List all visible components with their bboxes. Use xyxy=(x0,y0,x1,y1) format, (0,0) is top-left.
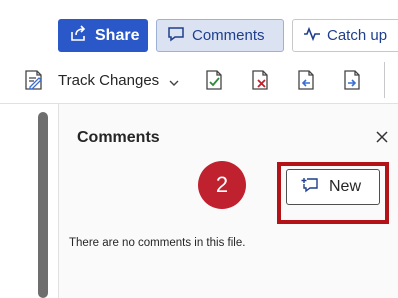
share-button[interactable]: Share xyxy=(58,19,148,52)
comments-button[interactable]: Comments xyxy=(156,19,284,52)
new-comment-icon xyxy=(301,177,319,198)
accept-change-icon[interactable] xyxy=(202,68,226,92)
chevron-down-icon[interactable] xyxy=(168,75,180,86)
previous-change-icon[interactable] xyxy=(294,68,318,92)
document-area xyxy=(0,104,58,298)
reject-change-icon[interactable] xyxy=(248,68,272,92)
new-comment-button[interactable]: New xyxy=(286,169,380,205)
ribbon-top-bar: Share Comments Catch up xyxy=(0,0,398,58)
app-window: Share Comments Catch up Track Changes Co… xyxy=(0,0,398,298)
comments-label: Comments xyxy=(192,27,265,44)
catch-up-button[interactable]: Catch up xyxy=(292,19,398,52)
share-label: Share xyxy=(95,26,140,44)
empty-comments-message: There are no comments in this file. xyxy=(69,237,246,249)
pane-title: Comments xyxy=(77,129,160,146)
review-toolbar: Track Changes xyxy=(0,58,398,104)
toolbar-divider xyxy=(384,62,385,98)
comments-pane: Comments 2 New There are no comments in … xyxy=(58,104,398,298)
new-comment-label: New xyxy=(329,178,362,195)
track-changes-icon[interactable] xyxy=(22,68,46,92)
track-changes-label[interactable]: Track Changes xyxy=(58,72,159,89)
close-icon[interactable] xyxy=(375,130,389,144)
comment-icon xyxy=(167,25,185,47)
pulse-icon xyxy=(303,26,321,45)
catch-up-label: Catch up xyxy=(327,27,388,44)
next-change-icon[interactable] xyxy=(340,68,364,92)
step-badge: 2 xyxy=(198,161,246,209)
share-icon xyxy=(68,23,88,48)
vertical-scrollbar[interactable] xyxy=(38,112,48,298)
